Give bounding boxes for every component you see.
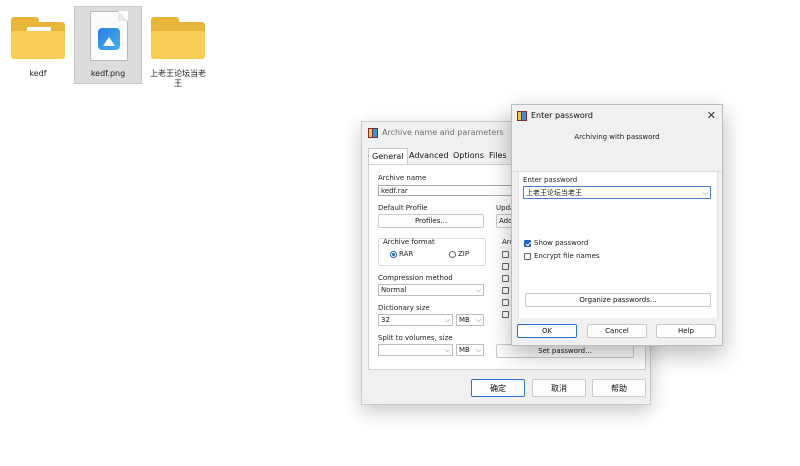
profiles-button[interactable]: Profiles... [378,214,484,228]
encrypt-file-names-label: Encrypt file names [534,252,600,260]
title-bar[interactable]: Enter password ✕ [512,105,722,127]
tab-general[interactable]: General [368,148,408,165]
dialog-header: Enter password ✕ Archiving with password [512,105,722,172]
show-password-checkbox[interactable] [524,240,531,247]
help-button[interactable]: 帮助 [592,379,646,397]
image-file-icon [90,11,128,61]
archiving-option-checkbox-2[interactable] [502,263,509,270]
dictionary-unit-value: MB [459,316,470,324]
enter-password-label: Enter password [523,176,578,184]
chevron-down-icon: ⌵ [444,316,450,324]
split-volumes-label: Split to volumes, size [378,334,453,342]
desktop-file-kedf-png[interactable]: kedf.png [74,6,142,84]
ok-button[interactable]: OK [517,324,577,338]
chevron-down-icon: ⌵ [444,346,450,354]
archive-name-input[interactable]: kedf.rar [378,185,518,196]
winrar-icon [368,128,378,138]
compression-method-label: Compression method [378,274,453,282]
tab-advanced[interactable]: Advanced [406,148,452,164]
encrypt-file-names-checkbox[interactable] [524,253,531,260]
cancel-button[interactable]: 取消 [532,379,586,397]
chevron-down-icon: ⌵ [702,189,708,197]
compression-method-value: Normal [381,286,407,294]
zip-radio-label: ZIP [458,250,470,258]
set-password-button[interactable]: Set password... [496,344,634,358]
archiving-option-checkbox-4[interactable] [502,287,509,294]
archive-name-label: Archive name [378,174,427,182]
archiving-option-checkbox-3[interactable] [502,275,509,282]
dictionary-size-label: Dictionary size [378,304,430,312]
ok-button[interactable]: 确定 [471,379,525,397]
enter-password-dialog: Enter password ✕ Archiving with password… [511,104,723,346]
dictionary-unit-select[interactable]: MB ⌵ [456,314,484,326]
rar-radio-label: RAR [399,250,414,258]
split-unit-select[interactable]: MB ⌵ [456,344,484,356]
rar-radio[interactable] [390,251,397,258]
zip-radio[interactable] [449,251,456,258]
dictionary-size-value: 32 [381,316,390,324]
default-profile-label: Default Profile [378,204,428,212]
desktop-icon-label: kedf [29,69,47,78]
tab-files[interactable]: Files [486,148,510,164]
archiving-option-checkbox-5[interactable] [502,299,509,306]
chevron-down-icon: ⌵ [475,346,481,354]
dictionary-size-select[interactable]: 32 ⌵ [378,314,453,326]
password-value: 上老王论坛当老王 [526,189,582,197]
password-input[interactable]: 上老王论坛当老王 ⌵ [523,186,711,199]
desktop-icon-label: kedf.png [90,69,126,78]
chevron-down-icon: ⌵ [475,286,481,294]
dialog-subtitle: Archiving with password [574,133,660,141]
archiving-option-checkbox-6[interactable] [502,311,509,318]
folder-icon [151,17,205,59]
folder-icon [11,17,65,59]
tab-options[interactable]: Options [450,148,487,164]
desktop-icon-label: 上老王论坛当老王 [150,69,206,88]
split-unit-value: MB [459,346,470,354]
dialog-title: Archive name and parameters [382,128,504,137]
cancel-button[interactable]: Cancel [587,324,647,338]
archive-format-label: Archive format [383,238,435,246]
close-icon[interactable]: ✕ [707,109,716,122]
chevron-down-icon: ⌵ [475,316,481,324]
compression-method-select[interactable]: Normal ⌵ [378,284,484,296]
archiving-option-checkbox-1[interactable] [502,251,509,258]
password-panel: Enter password 上老王论坛当老王 ⌵ Show password … [518,172,718,318]
help-button[interactable]: Help [656,324,716,338]
desktop-folder-kedf[interactable]: kedf [4,6,72,84]
winrar-icon [517,111,527,121]
split-volumes-select[interactable]: ⌵ [378,344,453,356]
dialog-title: Enter password [531,111,593,120]
organize-passwords-button[interactable]: Organize passwords... [525,293,711,307]
desktop-folder-laowang[interactable]: 上老王论坛当老王 [144,6,212,88]
show-password-label: Show password [534,239,589,247]
